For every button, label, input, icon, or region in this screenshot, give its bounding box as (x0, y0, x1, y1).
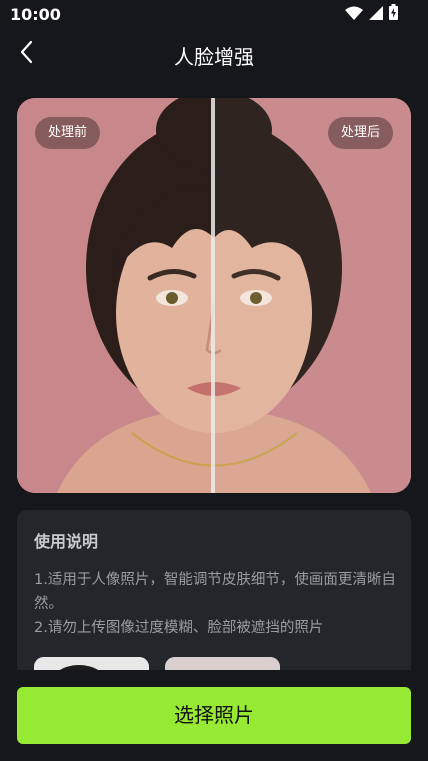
status-bar: 10:00 (0, 0, 428, 30)
bottom-action-bar: 选择照片 (0, 670, 428, 761)
usage-text: 1.适用于人像照片，智能调节皮肤细节，使画面更清晰自然。 2.请勿上传图像过度模… (34, 568, 396, 640)
battery-charging-icon (389, 4, 398, 24)
usage-line-1: 1.适用于人像照片，智能调节皮肤细节，使画面更清晰自然。 (34, 572, 396, 612)
page-title: 人脸增强 (174, 45, 254, 69)
before-after-comparison[interactable]: 处理前 处理后 (17, 98, 411, 493)
usage-instructions-card: 使用说明 1.适用于人像照片，智能调节皮肤细节，使画面更清晰自然。 2.请勿上传… (17, 510, 411, 680)
usage-title: 使用说明 (34, 532, 99, 551)
wifi-icon (345, 5, 363, 24)
select-photo-button[interactable]: 选择照片 (17, 687, 411, 744)
after-label: 处理后 (327, 117, 393, 149)
nav-bar: 人脸增强 (0, 30, 428, 80)
before-label: 处理前 (35, 117, 101, 149)
comparison-divider-handle[interactable] (211, 98, 215, 493)
usage-line-2: 2.请勿上传图像过度模糊、脸部被遮挡的照片 (34, 620, 324, 636)
status-time: 10:00 (10, 5, 61, 24)
cellular-signal-icon (369, 5, 383, 24)
status-icons (345, 4, 398, 24)
